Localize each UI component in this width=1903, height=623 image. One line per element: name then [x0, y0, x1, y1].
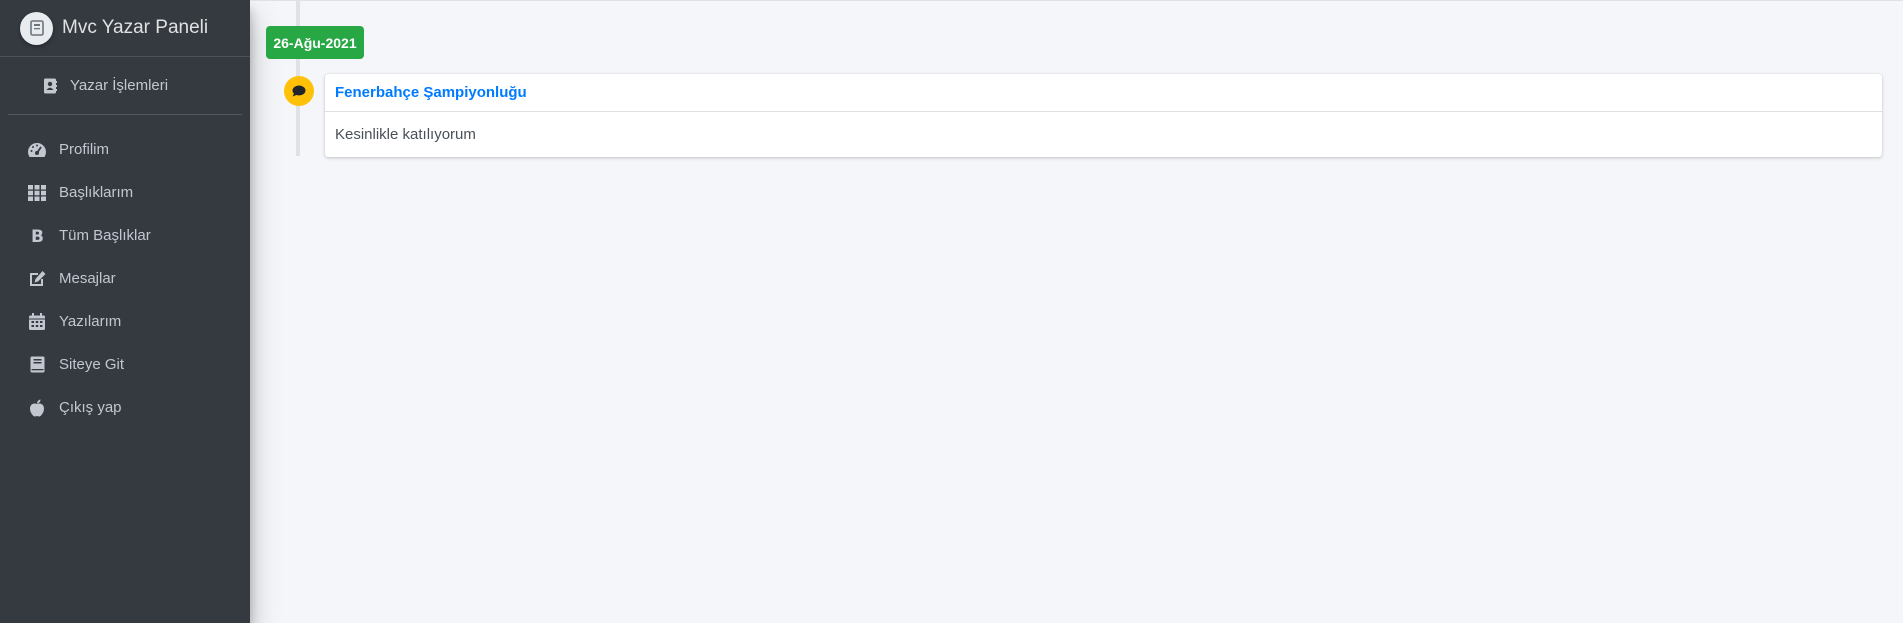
user-panel[interactable]: Yazar İşlemleri	[8, 57, 242, 115]
timeline-item: Fenerbahçe Şampiyonluğu Kesinlikle katıl…	[325, 74, 1882, 157]
book-icon	[27, 355, 47, 375]
sidebar-item-profilim[interactable]: Profilim	[0, 128, 250, 171]
sidebar: Mvc Yazar Paneli Yazar İşlemleri Profili…	[0, 0, 250, 623]
main-content: 26-Ağu-2021 Fenerbahçe Şampiyonluğu Kesi…	[250, 0, 1903, 623]
sidebar-item-label: Tüm Başlıklar	[59, 227, 151, 244]
timeline-item-title[interactable]: Fenerbahçe Şampiyonluğu	[325, 74, 1882, 112]
sidebar-item-yazilarim[interactable]: Yazılarım	[0, 300, 250, 343]
brand-link[interactable]: Mvc Yazar Paneli	[0, 0, 250, 57]
calendar-icon	[27, 312, 47, 332]
sidebar-item-basliklarim[interactable]: Başlıklarım	[0, 171, 250, 214]
sidebar-item-label: Yazılarım	[59, 313, 122, 330]
tachometer-icon	[27, 140, 47, 160]
timeline-date-label: 26-Ağu-2021	[266, 26, 364, 59]
edit-icon	[27, 269, 47, 289]
bold-icon: B	[27, 226, 47, 246]
svg-text:B: B	[31, 227, 44, 244]
sidebar-item-siteye-git[interactable]: Siteye Git	[0, 343, 250, 386]
sidebar-item-label: Siteye Git	[59, 356, 125, 373]
sidebar-item-label: Profilim	[59, 141, 110, 158]
user-panel-label: Yazar İşlemleri	[70, 77, 169, 94]
brand-title: Mvc Yazar Paneli	[62, 17, 209, 38]
book-logo-icon	[20, 11, 53, 45]
apple-icon	[27, 398, 47, 418]
sidebar-item-mesajlar[interactable]: Mesajlar	[0, 257, 250, 300]
sidebar-item-cikis-yap[interactable]: Çıkış yap	[0, 386, 250, 429]
sidebar-item-tum-basliklar[interactable]: B Tüm Başlıklar	[0, 214, 250, 257]
comment-icon	[284, 76, 314, 106]
address-book-icon	[40, 76, 60, 96]
grid-icon	[27, 183, 47, 203]
timeline-item-body: Kesinlikle katılıyorum	[335, 125, 476, 143]
sidebar-item-label: Mesajlar	[59, 270, 116, 287]
sidebar-item-label: Başlıklarım	[59, 184, 134, 201]
sidebar-item-label: Çıkış yap	[59, 399, 122, 416]
sidebar-nav: Profilim Başlıklarım B Tüm Başlıklar Mes…	[0, 128, 250, 429]
